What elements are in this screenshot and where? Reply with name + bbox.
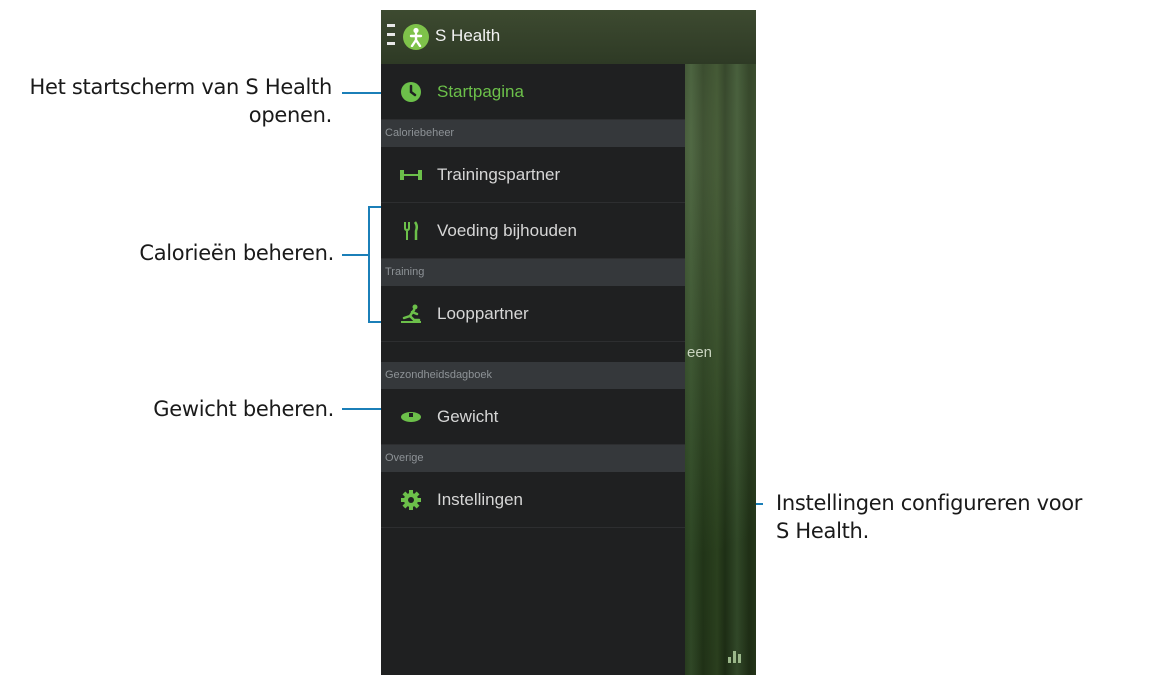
callout-line-home <box>342 92 386 94</box>
menu-icon[interactable] <box>387 24 395 46</box>
callout-settings: Instellingen configureren voor S Health. <box>776 489 1152 545</box>
chart-icon[interactable] <box>728 649 746 663</box>
walker-icon <box>393 300 429 328</box>
drawer-item-home-label: Startpagina <box>437 81 524 101</box>
drawer-item-settings[interactable]: Instellingen <box>381 472 685 528</box>
callout-settings-line2: S Health. <box>776 519 869 543</box>
s-health-logo-icon[interactable] <box>403 24 429 50</box>
navigation-drawer: Startpagina Calorie­beheer Trainingspart… <box>381 64 685 675</box>
drawer-item-home[interactable]: Startpagina <box>381 64 685 120</box>
callout-line-weight <box>342 408 386 410</box>
app-header: S Health <box>381 10 756 64</box>
section-header-diary: Gezondheidsdagboek <box>381 362 685 389</box>
app-title: S Health <box>435 26 501 45</box>
home-icon <box>393 78 429 106</box>
callout-calories: Calorieën beheren. <box>139 241 334 265</box>
drawer-item-food[interactable]: Voeding bijhouden <box>381 203 685 259</box>
section-header-training: Training <box>381 259 685 286</box>
drawer-item-training-partner-label: Trainingspartner <box>437 164 561 184</box>
callout-home-line2: openen. <box>248 103 333 127</box>
callout-bracket-calories-vertical <box>368 206 370 323</box>
section-header-other: Overige <box>381 445 685 472</box>
background-text: een <box>687 344 713 361</box>
drawer-item-walking[interactable]: Looppartner <box>381 286 685 342</box>
drawer-item-training-partner[interactable]: Trainingspartner <box>381 147 685 203</box>
callout-home: Het startscherm van S Health openen. <box>0 73 333 129</box>
drawer-item-settings-label: Instellingen <box>437 489 524 509</box>
callout-settings-line1: Instellingen configureren voor <box>776 491 1083 515</box>
drawer-item-walking-label: Looppartner <box>437 303 529 323</box>
dumbbell-icon <box>393 161 429 189</box>
drawer-item-weight[interactable]: Gewicht <box>381 389 685 445</box>
gear-icon <box>393 486 429 514</box>
phone-screen: een S Health Startpagina Calorie­beheer <box>381 10 756 675</box>
scale-icon <box>393 403 429 431</box>
drawer-item-food-label: Voeding bijhouden <box>437 220 577 240</box>
callout-home-line1: Het startscherm van S Health <box>29 75 333 99</box>
cutlery-icon <box>393 217 429 245</box>
callout-weight: Gewicht beheren. <box>153 397 334 421</box>
callout-line-calories-stub <box>342 254 368 256</box>
drawer-item-weight-label: Gewicht <box>437 406 499 426</box>
section-header-calories: Calorie­beheer <box>381 120 685 147</box>
